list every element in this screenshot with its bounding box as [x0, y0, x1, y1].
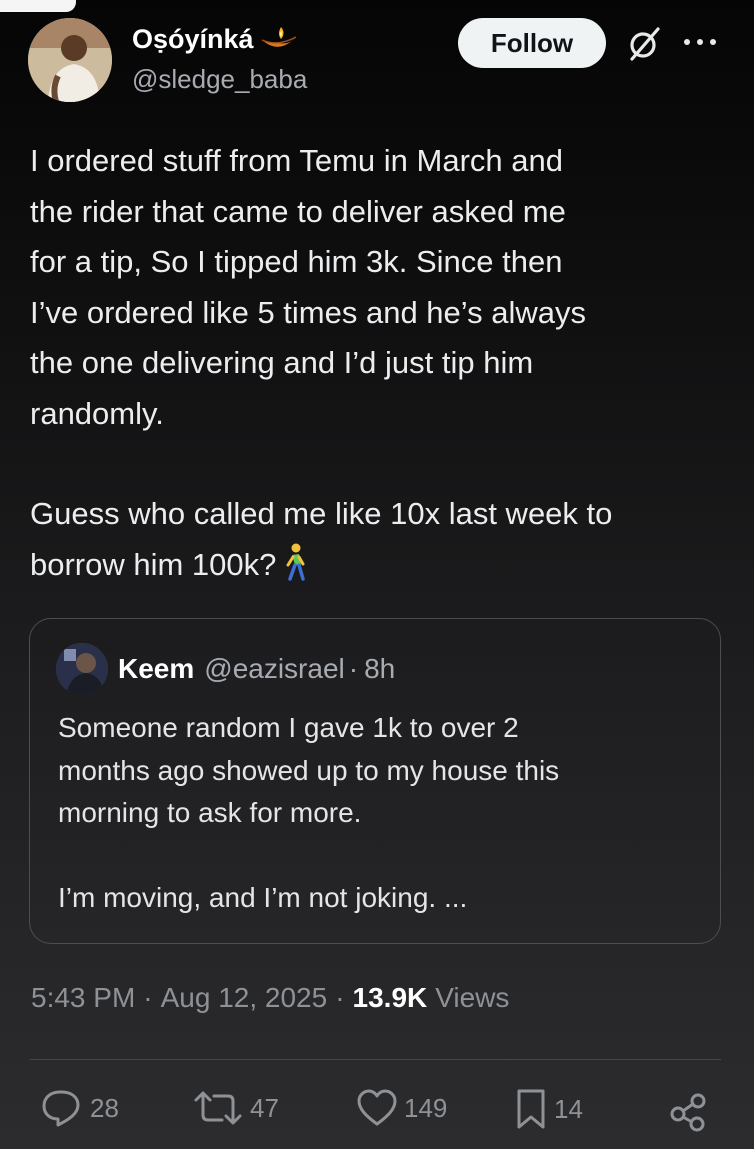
repost-button[interactable]: 47 [192, 1088, 279, 1128]
quoted-timestamp: 8h [364, 653, 396, 684]
quoted-paragraph-2: I’m moving, and I’m not joking. ... [58, 881, 468, 913]
author-handle[interactable]: @sledge_baba [132, 64, 307, 95]
quoted-paragraph-1: Someone random I gave 1k to over 2 month… [58, 712, 560, 828]
tweet-time[interactable]: 5:43 PM [31, 982, 135, 1014]
views-label: Views [435, 982, 510, 1013]
views-count[interactable]: 13.9K [353, 982, 428, 1014]
follow-button[interactable]: Follow [458, 18, 606, 68]
grok-icon[interactable] [626, 26, 662, 62]
repost-count: 47 [250, 1092, 279, 1123]
tweet-detail-screen: Oṣóyínká @sledge_baba Follow I ordered s… [0, 0, 754, 1149]
quoted-author-avatar[interactable] [56, 643, 108, 695]
author-avatar[interactable] [28, 18, 112, 102]
bookmark-button[interactable]: 14 [514, 1088, 583, 1130]
more-horizontal-icon[interactable] [682, 34, 718, 50]
bookmark-icon [517, 1089, 545, 1129]
like-count: 149 [404, 1092, 448, 1123]
quoted-tweet-text: Someone random I gave 1k to over 2 month… [58, 707, 698, 919]
tweet-meta: 5:43 PM · Aug 12, 2025 · 13.9K Views [31, 982, 509, 1014]
bookmark-count: 14 [554, 1093, 583, 1124]
meta-separator-2: · [335, 982, 345, 1013]
tweet-paragraph-2: Guess who called me like 10x last week t… [30, 489, 730, 590]
like-button[interactable]: 149 [356, 1088, 447, 1128]
reply-count: 28 [90, 1092, 119, 1123]
tweet-paragraph-2-text: Guess who called me like 10x last week t… [30, 496, 613, 582]
diya-lamp-icon [261, 26, 296, 47]
status-bar-remnant [0, 0, 76, 12]
tweet-text: I ordered stuff from Temu in March and t… [30, 136, 730, 590]
divider [30, 1059, 721, 1060]
tweet-date[interactable]: Aug 12, 2025 [161, 982, 328, 1014]
reply-button[interactable]: 28 [40, 1088, 119, 1128]
meta-separator: · [143, 982, 153, 1013]
heart-icon [357, 1089, 397, 1126]
tweet-paragraph-1: I ordered stuff from Temu in March and t… [30, 143, 586, 431]
quoted-separator: · [348, 653, 359, 684]
share-icon[interactable] [668, 1092, 708, 1132]
reply-icon [42, 1090, 80, 1127]
quoted-author-name[interactable]: Keem [118, 653, 194, 685]
author-name-text: Oṣóyínká [132, 24, 254, 54]
quoted-tweet-card[interactable]: Keem @eazisrael · 8h Someone random I gave… [29, 618, 721, 944]
person-walking-icon [286, 543, 306, 581]
author-name[interactable]: Oṣóyínká [132, 24, 298, 55]
quoted-author-handle[interactable]: @eazisrael [204, 653, 344, 685]
repost-icon [194, 1091, 242, 1125]
quoted-tweet-header: Keem @eazisrael · 8h [118, 653, 395, 685]
